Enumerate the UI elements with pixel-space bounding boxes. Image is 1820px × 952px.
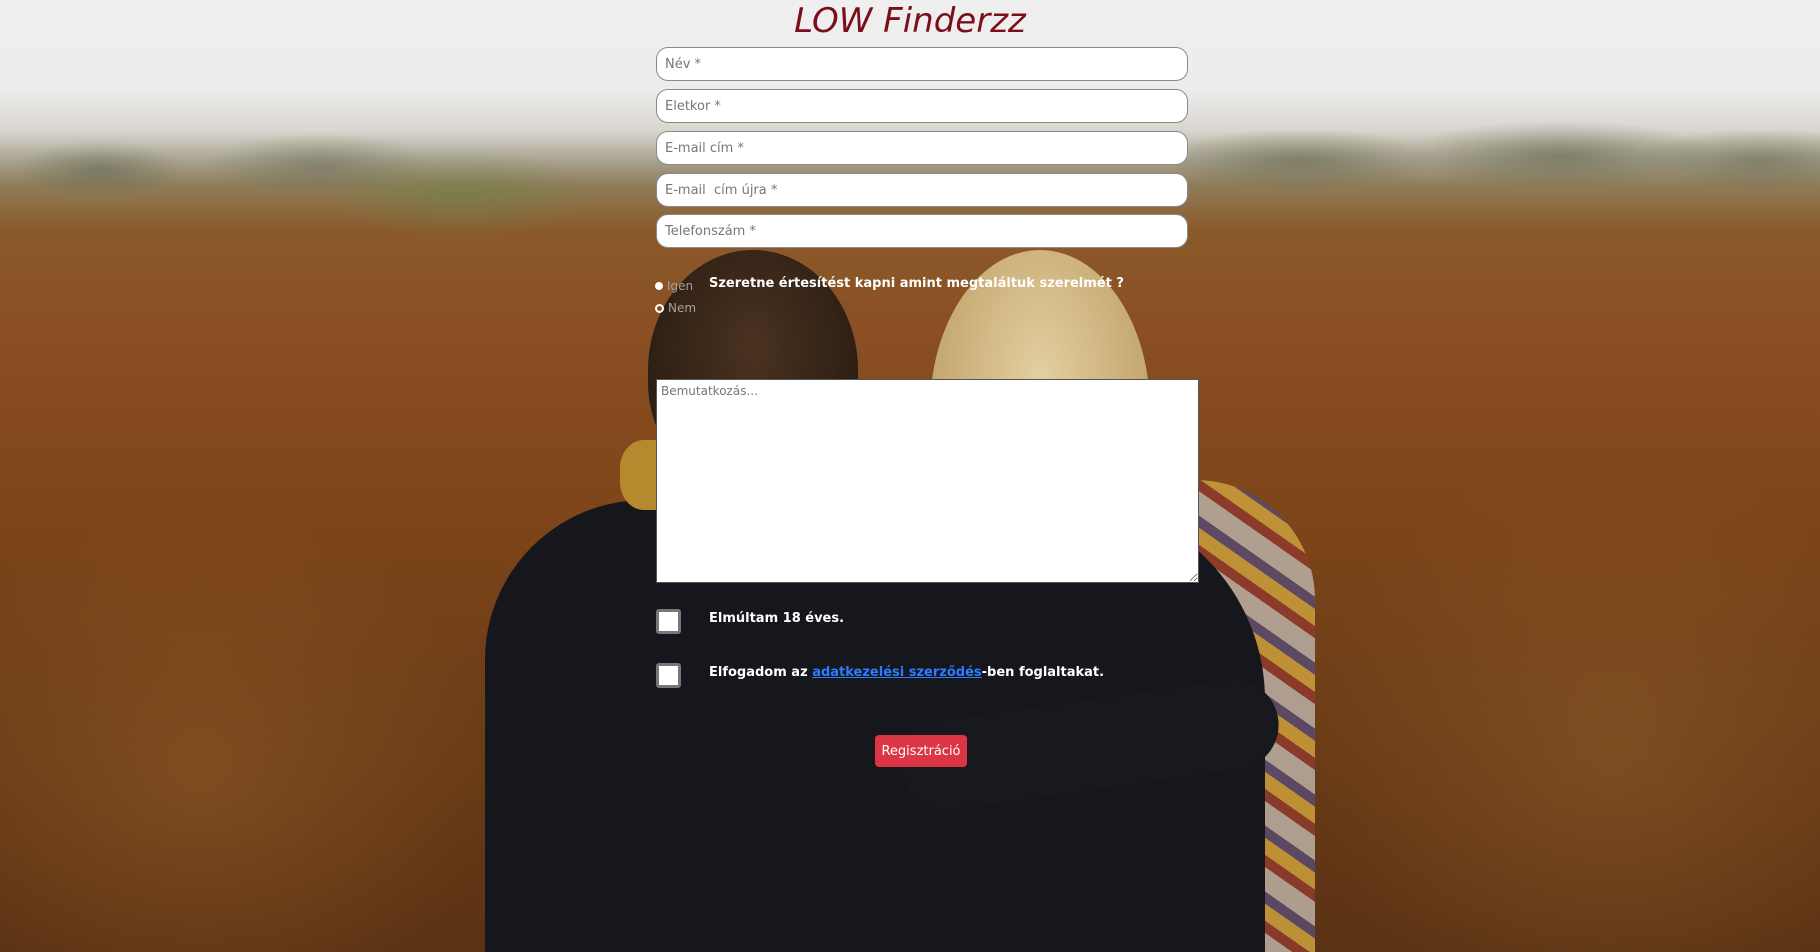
page: LOW Finderzz Igen Nem Szeretne értesítés…: [0, 0, 1820, 952]
page-title: LOW Finderzz: [794, 1, 1026, 41]
terms-label: Elfogadom az adatkezelési szerződés-ben …: [709, 665, 1104, 680]
background-bush: [330, 150, 590, 240]
notify-radio-no-label: Nem: [668, 301, 697, 315]
name-input[interactable]: [656, 47, 1188, 81]
background-grass-left: [0, 500, 500, 952]
email-input[interactable]: [656, 131, 1188, 165]
terms-row: [656, 663, 681, 688]
notify-radio-yes-label: Igen: [667, 279, 694, 293]
introduction-textarea[interactable]: [656, 379, 1199, 583]
terms-checkbox[interactable]: [656, 663, 681, 688]
terms-suffix: -ben foglaltakat.: [981, 665, 1105, 680]
notify-radio-no[interactable]: Nem: [655, 301, 696, 315]
phone-input[interactable]: [656, 214, 1188, 248]
age-input[interactable]: [656, 89, 1188, 123]
age-confirm-label: Elmúltam 18 éves.: [709, 611, 845, 626]
terms-link[interactable]: adatkezelési szerződés: [812, 665, 981, 680]
radio-selected-icon[interactable]: [655, 282, 663, 290]
notify-radio-yes[interactable]: Igen: [655, 279, 693, 293]
notify-question: Szeretne értesítést kapni amint megtalál…: [709, 276, 1124, 291]
email-confirm-input[interactable]: [656, 173, 1188, 207]
terms-prefix: Elfogadom az: [709, 665, 813, 680]
background-grass-right: [1300, 450, 1820, 952]
radio-unselected-icon[interactable]: [655, 303, 664, 313]
age-confirm-checkbox[interactable]: [656, 609, 681, 634]
age-confirm-row: [656, 609, 681, 634]
register-button[interactable]: Regisztráció: [875, 735, 967, 767]
